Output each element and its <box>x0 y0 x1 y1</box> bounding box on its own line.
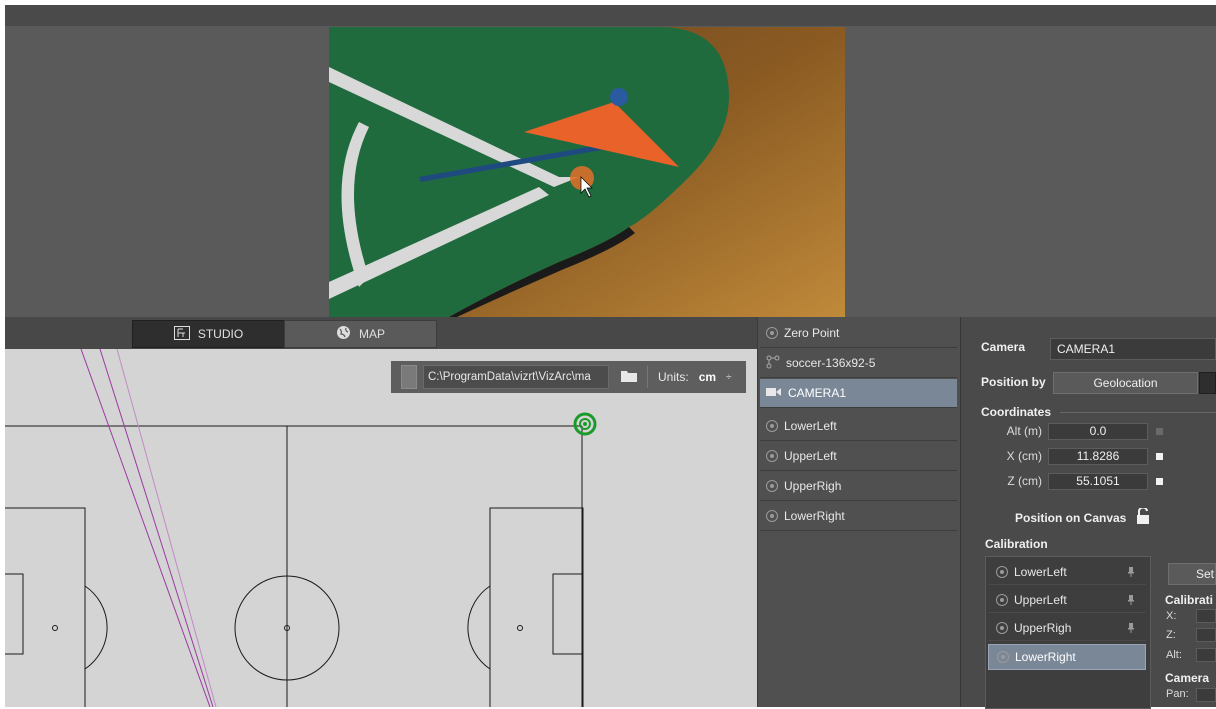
camera-feed-image[interactable] <box>329 27 845 317</box>
calib-z-input[interactable] <box>1196 628 1216 642</box>
calibration-item-label: UpperRigh <box>1014 620 1072 635</box>
map-path-field[interactable]: C:\ProgramData\vizrt\VizArc\ma <box>423 365 609 389</box>
target-icon <box>766 450 778 462</box>
list-item-label: UpperLeft <box>784 449 837 463</box>
list-item-lowerright[interactable]: LowerRight <box>760 502 957 531</box>
list-item-label: CAMERA1 <box>788 386 847 400</box>
alt-input[interactable]: 0.0 <box>1048 423 1148 440</box>
target-icon <box>766 327 778 339</box>
list-item-camera1[interactable]: CAMERA1 <box>760 379 957 408</box>
target-icon <box>997 651 1009 663</box>
target-icon <box>766 420 778 432</box>
calib-alt-input[interactable] <box>1196 648 1216 662</box>
spinner-arrows-icon[interactable]: ÷ <box>726 372 732 383</box>
field-map-canvas[interactable] <box>5 349 757 707</box>
list-item-upperright[interactable]: UpperRigh <box>760 472 957 501</box>
camera-sightlines <box>80 349 217 707</box>
target-icon <box>766 510 778 522</box>
pin-icon[interactable] <box>1128 594 1134 605</box>
z-lock-checkbox[interactable] <box>1156 478 1163 485</box>
pin-icon[interactable] <box>1128 622 1134 633</box>
calibration-item-lowerright[interactable]: LowerRight <box>988 644 1146 670</box>
z-input[interactable]: 55.1051 <box>1048 473 1148 490</box>
list-item-soccer-field[interactable]: soccer-136x92-5 <box>760 349 957 378</box>
position-by-geolocation-toggle[interactable]: Geolocation <box>1053 372 1198 394</box>
tab-map[interactable]: MAP <box>284 320 437 348</box>
z-label: Z (cm) <box>1007 474 1042 488</box>
calibration-item-label: LowerLeft <box>1014 564 1067 579</box>
image-file-icon <box>401 365 417 389</box>
list-item-lowerleft[interactable]: LowerLeft <box>760 412 957 441</box>
position-by-label: Position by <box>981 375 1046 389</box>
list-item-label: LowerRight <box>784 509 845 523</box>
target-icon <box>996 621 1008 634</box>
camera-marker <box>573 412 597 436</box>
alt-label: Alt (m) <box>1006 424 1042 438</box>
calibration-item-label: LowerRight <box>1015 650 1076 664</box>
tab-studio[interactable]: STUDIO <box>132 320 285 348</box>
calibration-values-heading: Calibrati <box>1165 593 1214 607</box>
camera-label: Camera <box>981 340 1026 354</box>
target-icon <box>996 593 1008 606</box>
pin-icon[interactable] <box>1128 566 1134 577</box>
x-lock-checkbox[interactable] <box>1156 453 1163 460</box>
target-icon <box>996 565 1008 578</box>
pan-label: Pan: <box>1166 688 1189 700</box>
camera-icon <box>766 386 782 400</box>
calib-z-label: Z: <box>1166 629 1176 641</box>
unlock-icon[interactable] <box>1136 506 1150 527</box>
position-by-other-toggle[interactable] <box>1199 372 1216 394</box>
units-select[interactable]: cm <box>699 370 716 384</box>
pitch-lines <box>5 425 584 707</box>
calibration-heading: Calibration <box>985 537 1048 551</box>
list-item-zero-point[interactable]: Zero Point <box>760 319 957 348</box>
map-file-toolbar: C:\ProgramData\vizrt\VizArc\ma Units: cm… <box>391 361 746 393</box>
calibration-item-upperleft[interactable]: UpperLeft <box>988 587 1146 613</box>
coordinates-divider <box>1060 412 1216 413</box>
scene-item-list: Zero Point soccer-136x92-5 CAMERA1 Lower… <box>757 317 961 707</box>
units-label: Units: <box>647 366 689 388</box>
coordinates-heading: Coordinates <box>981 405 1052 419</box>
list-item-label: LowerLeft <box>784 419 837 433</box>
alt-lock-checkbox[interactable] <box>1156 428 1163 435</box>
x-label: X (cm) <box>1006 449 1042 463</box>
title-strip <box>5 5 1216 26</box>
camera-values-heading: Camera <box>1165 671 1210 685</box>
list-item-upperleft[interactable]: UpperLeft <box>760 442 957 471</box>
pan-input[interactable] <box>1196 688 1216 702</box>
calibration-item-lowerleft[interactable]: LowerLeft <box>988 559 1146 585</box>
calib-x-label: X: <box>1166 610 1177 622</box>
tab-studio-label: STUDIO <box>197 327 244 341</box>
globe-icon <box>336 325 351 343</box>
calibration-point-list: LowerLeft UpperLeft UpperRigh LowerRight <box>985 556 1151 709</box>
studio-icon <box>173 325 190 343</box>
browse-folder-button[interactable] <box>615 370 643 385</box>
list-item-label: UpperRigh <box>784 479 842 493</box>
set-button[interactable]: Set <box>1168 563 1216 585</box>
position-on-canvas-label: Position on Canvas <box>1015 511 1127 525</box>
tab-map-label: MAP <box>358 327 385 341</box>
node-icon <box>766 355 780 372</box>
calib-x-input[interactable] <box>1196 609 1216 623</box>
folder-icon <box>621 370 637 385</box>
calibration-item-label: UpperLeft <box>1014 592 1067 607</box>
calibration-item-upperright[interactable]: UpperRigh <box>988 615 1146 641</box>
list-item-label: Zero Point <box>784 326 840 340</box>
target-icon <box>766 480 778 492</box>
view-tab-bar: STUDIO MAP <box>5 317 757 349</box>
x-input[interactable]: 11.8286 <box>1048 448 1148 465</box>
camera-select[interactable]: CAMERA1 <box>1050 338 1216 360</box>
list-item-label: soccer-136x92-5 <box>786 356 876 370</box>
calib-alt-label: Alt: <box>1166 649 1182 661</box>
